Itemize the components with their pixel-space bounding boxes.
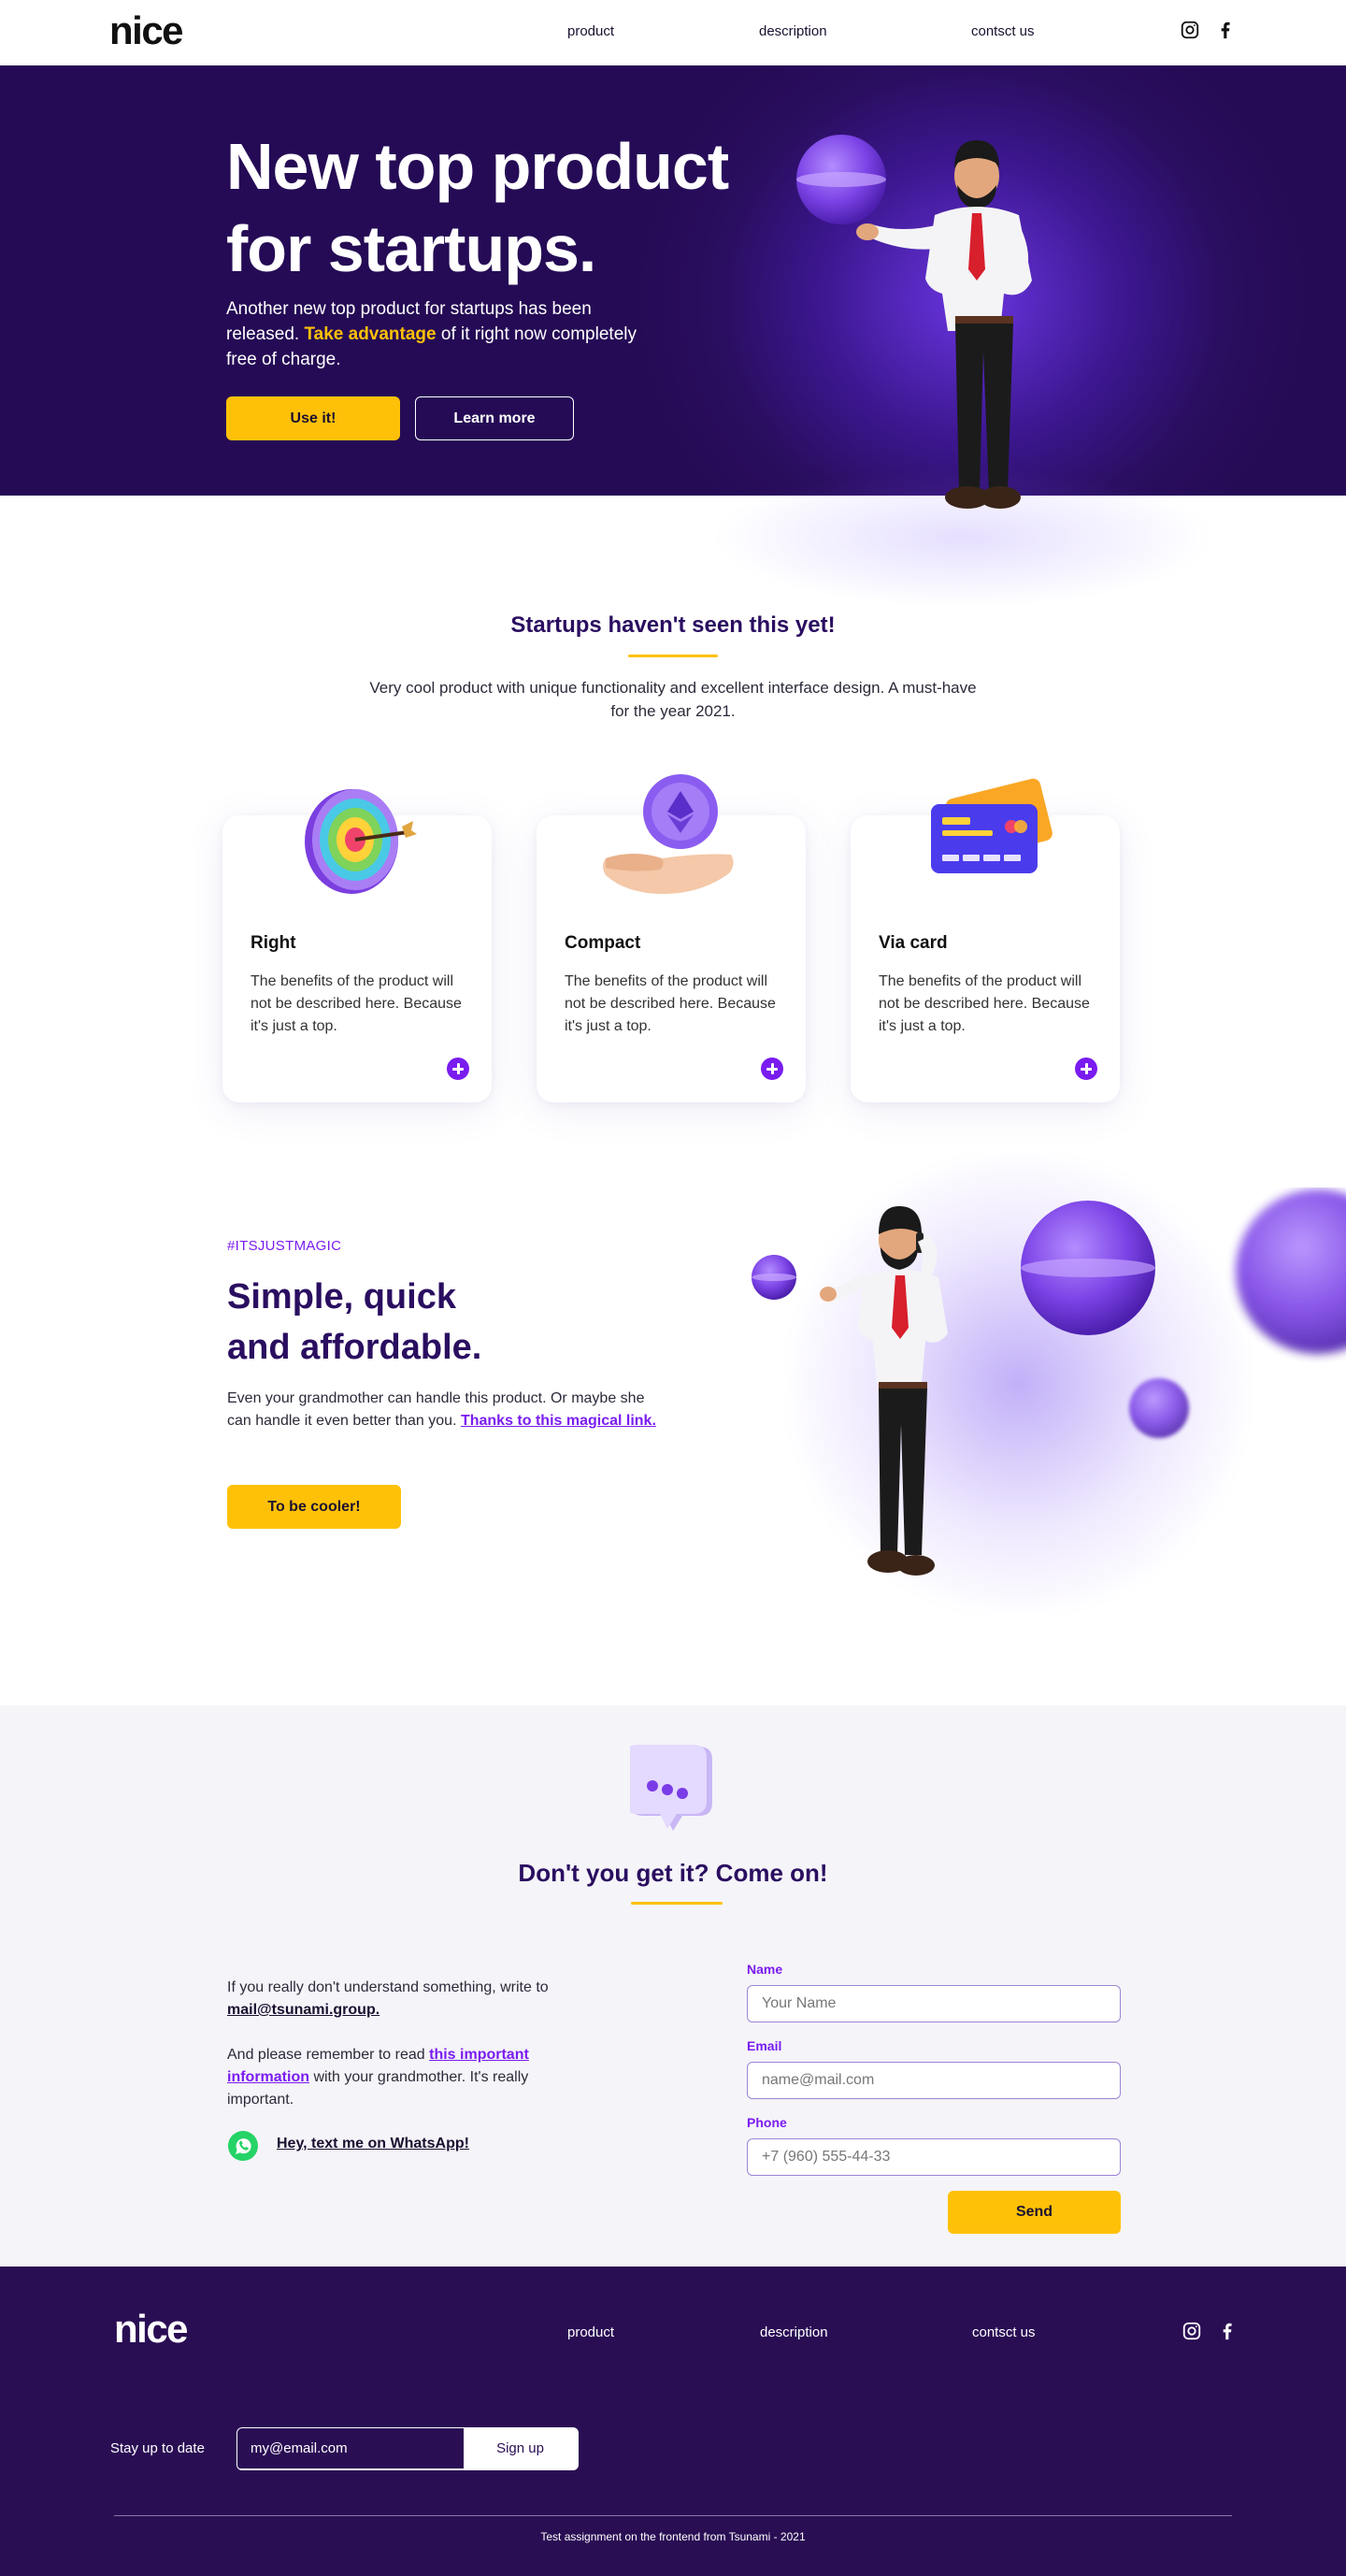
- card-title: Right: [251, 933, 296, 953]
- nav-product[interactable]: product: [567, 23, 614, 39]
- character-illustration: [796, 135, 1032, 509]
- card-text: The benefits of the product will not be …: [879, 973, 1090, 1034]
- contact-text-2: And please remember to read this importa…: [227, 2044, 582, 2111]
- email-label: Email: [747, 2038, 782, 2053]
- instagram-icon[interactable]: [1180, 20, 1200, 40]
- target-icon: [305, 789, 417, 894]
- card-title: Via card: [879, 933, 948, 953]
- footer-logo[interactable]: nice: [114, 2310, 189, 2349]
- chat-bubble-icon: [630, 1745, 712, 1831]
- name-input[interactable]: [747, 1985, 1121, 2022]
- coin-hand-icon: [603, 774, 734, 894]
- magic-description: Even your grandmother can handle this pr…: [227, 1388, 657, 1432]
- orb-small-icon: [1129, 1378, 1189, 1438]
- subscribe-email-input[interactable]: [237, 2428, 464, 2468]
- site-footer: nice product description contsct us Stay…: [0, 2267, 1346, 2576]
- card-expand-button[interactable]: [761, 1058, 783, 1080]
- contact-title: Don't you get it? Come on!: [518, 1859, 828, 1887]
- character-phone-illustration: [752, 1189, 1346, 1576]
- hero-section: New top product for startups. Another ne…: [0, 65, 1346, 496]
- hero-description: Another new top product for startups has…: [226, 296, 666, 372]
- phone-input[interactable]: [747, 2138, 1121, 2176]
- magic-title-line2: and affordable.: [227, 1328, 482, 1367]
- send-button[interactable]: Send: [948, 2191, 1121, 2234]
- magic-title-line1: Simple, quick: [227, 1277, 456, 1317]
- card-title: Compact: [565, 933, 641, 953]
- hero-text-highlight: Take advantage: [304, 324, 437, 344]
- footer-nav-product[interactable]: product: [567, 2324, 614, 2340]
- card-text: The benefits of the product will not be …: [251, 973, 462, 1034]
- contact-text-line: If you really don't understand something…: [227, 1979, 549, 1995]
- sign-up-button[interactable]: Sign up: [464, 2428, 577, 2468]
- footer-nav-contact[interactable]: contsct us: [972, 2324, 1036, 2340]
- contact-text-1: If you really don't understand something…: [227, 1977, 620, 2022]
- card-expand-button[interactable]: [1075, 1058, 1097, 1080]
- hero-title: New top product for startups.: [226, 125, 787, 290]
- hero-title-line1: New top product: [226, 130, 729, 203]
- whatsapp-link[interactable]: Hey, text me on WhatsApp!: [277, 2136, 469, 2152]
- learn-more-button[interactable]: Learn more: [415, 396, 574, 440]
- copyright-text: Test assignment on the frontend from Tsu…: [540, 2530, 806, 2543]
- features-subtitle: Very cool product with unique functional…: [369, 679, 977, 720]
- nav-description[interactable]: description: [759, 23, 827, 39]
- to-be-cooler-button[interactable]: To be cooler!: [227, 1485, 401, 1529]
- whatsapp-icon[interactable]: [227, 2130, 259, 2162]
- features-underline: [628, 655, 718, 657]
- contact-underline: [631, 1902, 723, 1905]
- email-input[interactable]: [747, 2062, 1121, 2099]
- email-link[interactable]: mail@tsunami.group.: [227, 2002, 379, 2018]
- card-text: The benefits of the product will not be …: [565, 973, 776, 1034]
- hero-title-line2: for startups.: [226, 212, 596, 285]
- orb-blurred-icon: [1236, 1189, 1346, 1354]
- nav-contact[interactable]: contsct us: [971, 23, 1035, 39]
- features-title: Startups haven't seen this yet!: [510, 612, 836, 638]
- site-header: nice product description contsct us: [0, 0, 1346, 65]
- magic-title: Simple, quick and affordable.: [227, 1272, 481, 1373]
- name-label: Name: [747, 1962, 783, 1977]
- footer-instagram-icon[interactable]: [1181, 2321, 1202, 2341]
- card-expand-button[interactable]: [447, 1058, 469, 1080]
- facebook-icon[interactable]: [1215, 20, 1236, 40]
- logo[interactable]: nice: [109, 11, 184, 50]
- use-it-button[interactable]: Use it!: [226, 396, 400, 440]
- magic-tag: #ITSJUSTMAGIC: [227, 1238, 342, 1254]
- credit-card-icon: [931, 778, 1052, 873]
- footer-facebook-icon[interactable]: [1217, 2321, 1238, 2341]
- footer-divider: [114, 2515, 1232, 2516]
- magical-link[interactable]: Thanks to this magical link.: [461, 1413, 656, 1429]
- subscribe-label: Stay up to date: [110, 2440, 205, 2456]
- footer-nav-description[interactable]: description: [760, 2324, 828, 2340]
- subscribe-form: Sign up: [236, 2427, 579, 2470]
- contact-text2-before: And please remember to read: [227, 2047, 430, 2063]
- phone-label: Phone: [747, 2115, 787, 2130]
